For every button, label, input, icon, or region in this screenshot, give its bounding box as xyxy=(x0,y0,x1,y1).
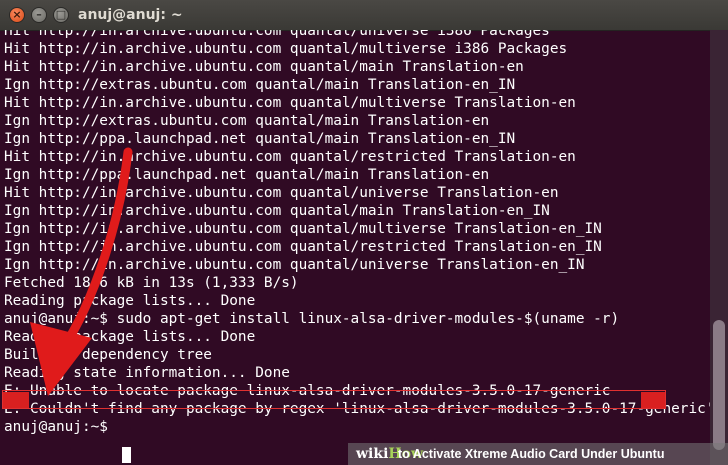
watermark-title: to Activate Xtreme Audio Card Under Ubun… xyxy=(398,447,665,461)
logo-wiki: wiki xyxy=(356,446,389,462)
annotation-arrow-icon xyxy=(30,147,133,396)
wikihow-watermark: wikiHow to Activate Xtreme Audio Card Un… xyxy=(348,443,728,465)
